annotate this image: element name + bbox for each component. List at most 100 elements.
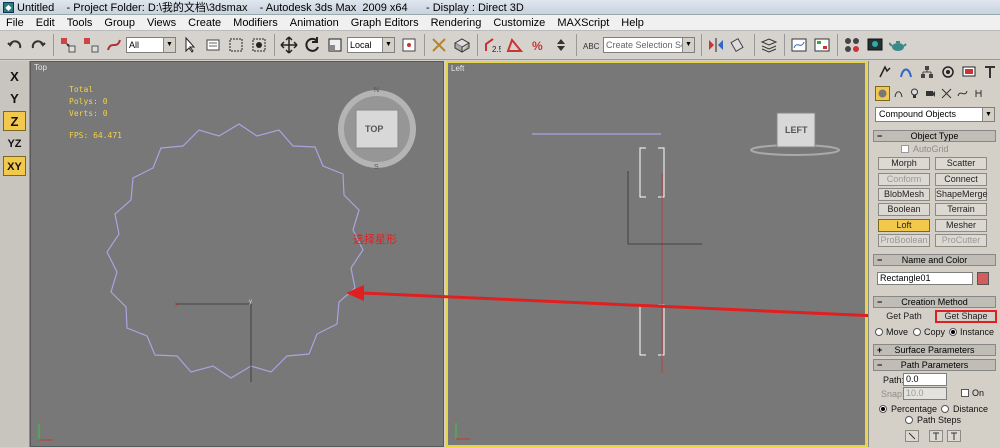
copy-radio[interactable]: [913, 328, 921, 336]
mirror-button[interactable]: [705, 34, 727, 56]
object-color-swatch[interactable]: [977, 272, 989, 285]
rectangular-selection-button[interactable]: [225, 34, 247, 56]
rectangle-shape-bottom[interactable]: [639, 304, 665, 356]
menu-animation[interactable]: Animation: [284, 15, 345, 31]
percentage-radio[interactable]: [879, 405, 887, 413]
object-name-input[interactable]: Rectangle01: [877, 272, 973, 285]
menu-modifiers[interactable]: Modifiers: [227, 15, 284, 31]
viewport-top[interactable]: Top Total Polys: 0 Verts: 0 FPS: 64.471 …: [30, 61, 444, 447]
menu-views[interactable]: Views: [141, 15, 182, 31]
rollout-creation-method[interactable]: − Creation Method: [873, 296, 996, 308]
align-button[interactable]: [728, 34, 750, 56]
instance-radio[interactable]: [949, 328, 957, 336]
procutter-button[interactable]: ProCutter: [935, 234, 987, 247]
redo-button[interactable]: [27, 34, 49, 56]
viewcube-left[interactable]: LEFT: [750, 112, 840, 156]
select-and-rotate-button[interactable]: [301, 34, 323, 56]
connect-button[interactable]: Connect: [935, 173, 987, 186]
select-and-move-button[interactable]: [278, 34, 300, 56]
object-category-dropdown[interactable]: Compound Objects ▼: [875, 107, 995, 122]
snaps-toggle-button[interactable]: 2.5: [481, 34, 503, 56]
select-by-name-button[interactable]: [202, 34, 224, 56]
next-shape-button[interactable]: [947, 430, 961, 442]
viewcube-top[interactable]: TOP N S: [338, 87, 416, 171]
axis-xy-button[interactable]: XY: [3, 156, 26, 176]
rollout-surface-parameters[interactable]: + Surface Parameters: [873, 344, 996, 356]
axis-z-button[interactable]: Z: [3, 111, 26, 131]
window-crossing-button[interactable]: [248, 34, 270, 56]
axis-x-button[interactable]: X: [3, 67, 26, 87]
selection-filter-dropdown[interactable]: All ▼: [126, 37, 176, 53]
layer-manager-button[interactable]: [758, 34, 780, 56]
snap-on-checkbox[interactable]: [961, 389, 969, 397]
viewport-left[interactable]: Left LEFT: [446, 61, 867, 447]
percent-snap-button[interactable]: %: [527, 34, 549, 56]
reference-coordinate-dropdown[interactable]: Local ▼: [347, 37, 395, 53]
use-pivot-center-button[interactable]: [398, 34, 420, 56]
app-icon[interactable]: ◆: [3, 1, 14, 13]
named-selection-set-field[interactable]: Create Selection Set ▼: [603, 37, 695, 53]
shapemerge-button[interactable]: ShapeMerge: [935, 188, 988, 201]
select-and-manipulate-button[interactable]: [428, 34, 450, 56]
axis-yz-button[interactable]: YZ: [3, 134, 26, 154]
menu-group[interactable]: Group: [98, 15, 141, 31]
path-value-input[interactable]: 0.0: [903, 373, 947, 386]
schematic-view-button[interactable]: [811, 34, 833, 56]
autogrid-checkbox[interactable]: [901, 145, 909, 153]
star-shape[interactable]: [106, 123, 364, 379]
angle-snap-button[interactable]: [504, 34, 526, 56]
loft-button[interactable]: Loft: [878, 219, 930, 232]
utilities-tab[interactable]: [980, 63, 1000, 81]
space-warps-category[interactable]: [955, 86, 970, 101]
menu-file[interactable]: File: [0, 15, 30, 31]
geometry-category[interactable]: [875, 86, 890, 101]
material-editor-button[interactable]: [841, 34, 863, 56]
rollout-object-type[interactable]: − Object Type: [873, 130, 996, 142]
select-and-link-button[interactable]: [57, 34, 79, 56]
menu-graph-editors[interactable]: Graph Editors: [345, 15, 425, 31]
render-setup-button[interactable]: [864, 34, 886, 56]
hierarchy-tab[interactable]: [917, 63, 937, 81]
menu-rendering[interactable]: Rendering: [425, 15, 488, 31]
rectangle-shape-top[interactable]: [639, 147, 665, 198]
scatter-button[interactable]: Scatter: [935, 157, 987, 170]
menu-customize[interactable]: Customize: [487, 15, 551, 31]
shapes-category[interactable]: [891, 86, 906, 101]
select-and-scale-button[interactable]: [324, 34, 346, 56]
distance-radio[interactable]: [941, 405, 949, 413]
get-shape-button[interactable]: Get Shape: [935, 310, 997, 323]
edit-named-selection-button[interactable]: ABC: [580, 34, 602, 56]
display-tab[interactable]: [959, 63, 979, 81]
undo-button[interactable]: [4, 34, 26, 56]
unlink-button[interactable]: [80, 34, 102, 56]
move-radio[interactable]: [875, 328, 883, 336]
axis-y-button[interactable]: Y: [3, 89, 26, 109]
render-button[interactable]: [887, 34, 909, 56]
menu-tools[interactable]: Tools: [61, 15, 99, 31]
systems-category[interactable]: [971, 86, 986, 101]
keyboard-shortcut-override-button[interactable]: [451, 34, 473, 56]
select-object-button[interactable]: [179, 34, 201, 56]
cameras-category[interactable]: [923, 86, 938, 101]
curve-editor-button[interactable]: [788, 34, 810, 56]
motion-tab[interactable]: [938, 63, 958, 81]
bind-space-warp-button[interactable]: [103, 34, 125, 56]
blobmesh-button[interactable]: BlobMesh: [878, 188, 930, 201]
menu-help[interactable]: Help: [615, 15, 650, 31]
menu-maxscript[interactable]: MAXScript: [551, 15, 615, 31]
previous-shape-button[interactable]: [929, 430, 943, 442]
rollout-path-parameters[interactable]: − Path Parameters: [873, 359, 996, 371]
boolean-button[interactable]: Boolean: [878, 203, 930, 216]
menu-edit[interactable]: Edit: [30, 15, 61, 31]
lights-category[interactable]: [907, 86, 922, 101]
mesher-button[interactable]: Mesher: [935, 219, 987, 232]
proboolean-button[interactable]: ProBoolean: [878, 234, 930, 247]
rollout-name-and-color[interactable]: − Name and Color: [873, 254, 996, 266]
helpers-category[interactable]: [939, 86, 954, 101]
pick-shape-button[interactable]: [905, 430, 919, 442]
conform-button[interactable]: Conform: [878, 173, 930, 186]
menu-create[interactable]: Create: [182, 15, 227, 31]
terrain-button[interactable]: Terrain: [935, 203, 987, 216]
spinner-snap-button[interactable]: [550, 34, 572, 56]
path-steps-radio[interactable]: [905, 416, 913, 424]
